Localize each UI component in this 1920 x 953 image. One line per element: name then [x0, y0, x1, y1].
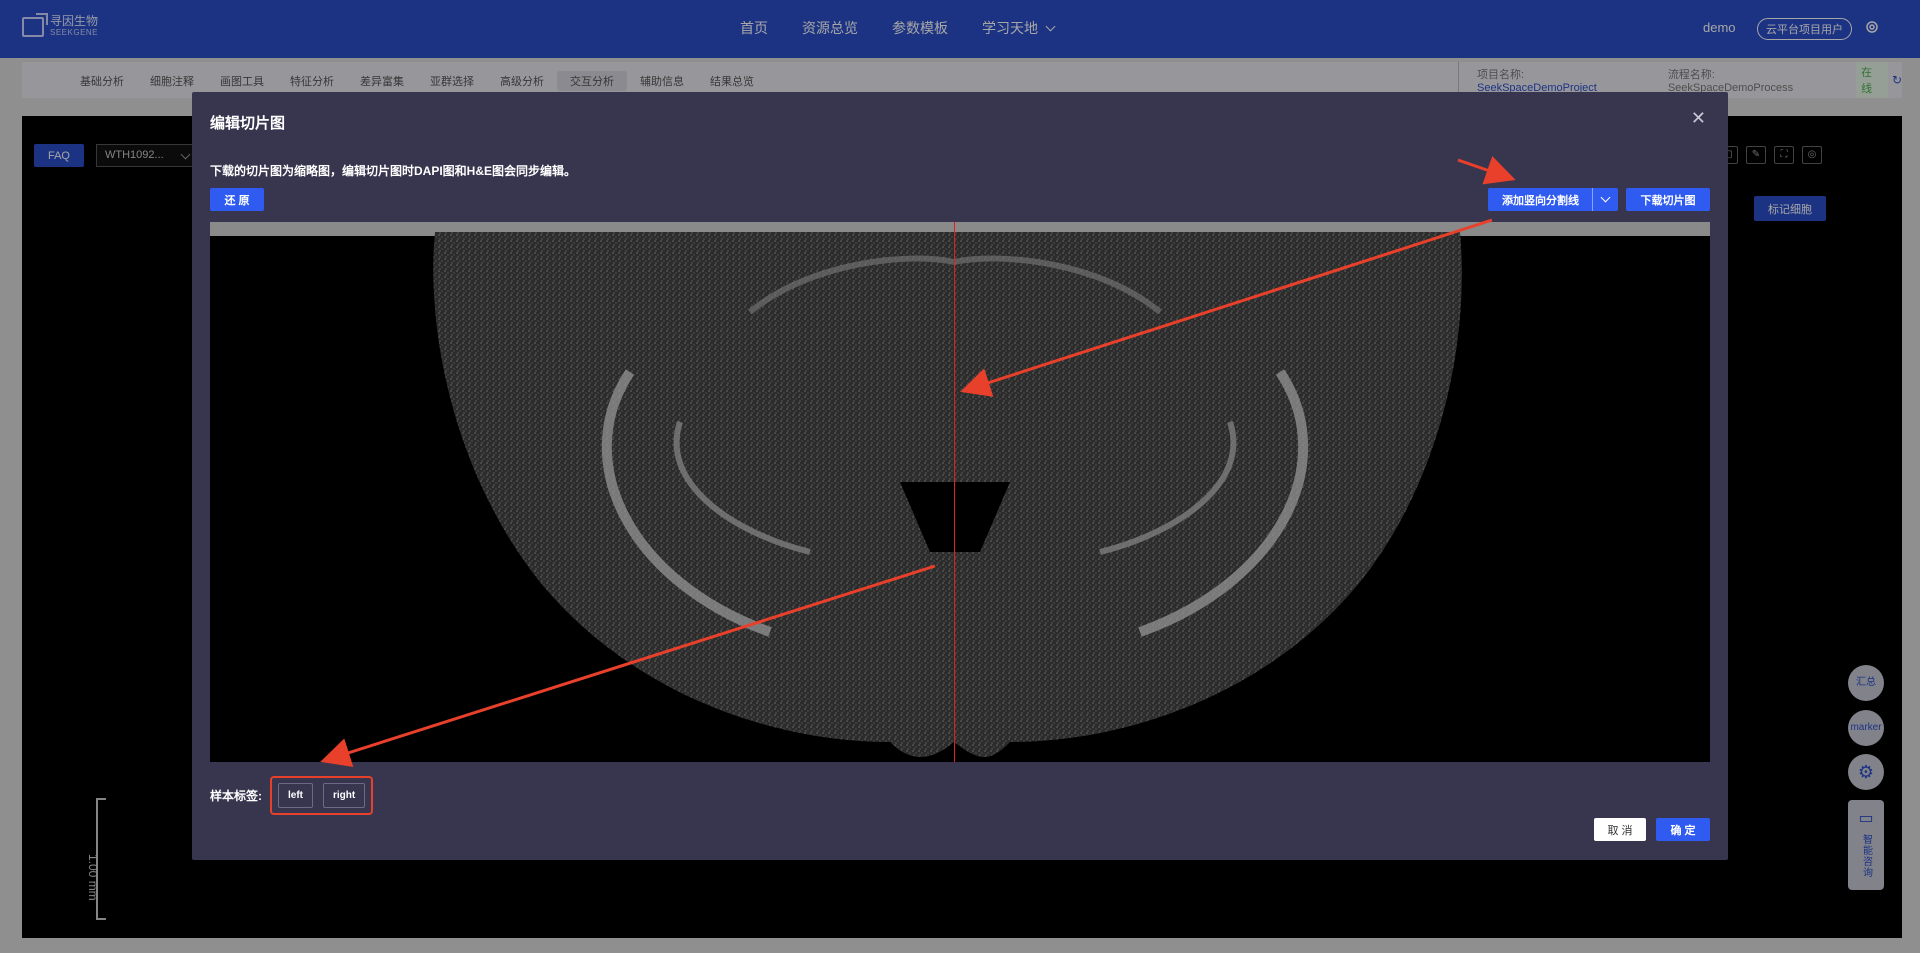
sample-labels-title: 样本标签: — [210, 789, 262, 803]
download-slice-button[interactable]: 下载切片图 — [1626, 188, 1710, 211]
slice-image[interactable] — [210, 222, 1710, 762]
sample-labels: 样本标签: left right — [210, 776, 374, 815]
split-line-dropdown-icon[interactable] — [1592, 188, 1618, 211]
sample-label-tags: left right — [270, 776, 374, 815]
modal-description: 下载的切片图为缩略图，编辑切片图时DAPI图和H&E图会同步编辑。 — [210, 164, 577, 178]
edit-slice-modal: 编辑切片图 ✕ 下载的切片图为缩略图，编辑切片图时DAPI图和H&E图会同步编辑… — [192, 92, 1728, 860]
tissue-section-image — [210, 222, 1710, 757]
close-icon[interactable]: ✕ — [1691, 108, 1706, 129]
vertical-split-line[interactable] — [954, 222, 955, 762]
label-tag-left[interactable]: left — [278, 783, 313, 808]
modal-title: 编辑切片图 — [210, 115, 286, 132]
restore-button[interactable]: 还 原 — [210, 188, 264, 211]
cancel-button[interactable]: 取 消 — [1594, 818, 1646, 841]
confirm-button[interactable]: 确 定 — [1656, 818, 1710, 841]
label-tag-right[interactable]: right — [323, 783, 366, 808]
